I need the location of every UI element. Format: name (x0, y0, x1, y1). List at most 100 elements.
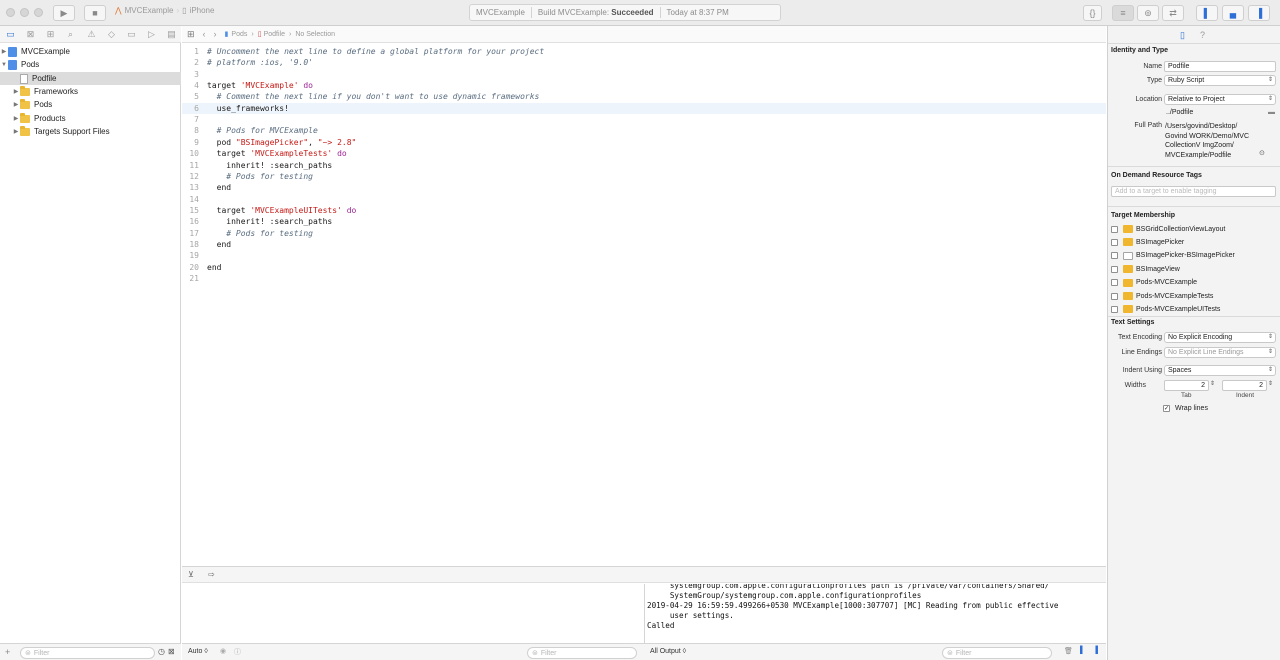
debug-icon[interactable]: ▭ (126, 29, 137, 40)
checkbox[interactable] (1111, 305, 1118, 313)
code-line[interactable]: 21 (182, 273, 1106, 284)
checkbox[interactable] (1111, 252, 1118, 260)
checkbox[interactable] (1111, 238, 1118, 246)
toggle-navigator-button[interactable]: ▌ (1196, 5, 1218, 21)
indent-popup[interactable]: Spaces ⇕ (1164, 365, 1276, 376)
disclosure-closed-icon[interactable]: ▶ (12, 101, 20, 108)
code-line[interactable]: 19 (182, 250, 1106, 261)
breakpoint-toggle-icon[interactable]: ⇨ (208, 570, 215, 579)
code-line[interactable]: 17 # Pods for testing (182, 228, 1106, 239)
tab-width-field[interactable]: 2 (1164, 380, 1209, 391)
split-right-icon[interactable]: ▐ (1093, 647, 1098, 654)
add-icon[interactable]: + (5, 647, 10, 657)
target-membership-row[interactable]: BSImagePicker-BSImagePicker (1111, 250, 1235, 262)
breadcrumb-pods[interactable]: Pods (231, 31, 247, 38)
code-line[interactable]: 12 # Pods for testing (182, 171, 1106, 182)
assistant-editor-button[interactable]: ⊚ (1137, 5, 1159, 21)
code-line[interactable]: 1 # Uncomment the next line to define a g… (182, 46, 1106, 57)
disclosure-closed-icon[interactable]: ▶ (12, 88, 20, 95)
tree-item-pods-group[interactable]: ▶ Pods (0, 98, 181, 111)
back-icon[interactable]: ‹ (203, 29, 206, 39)
code-line[interactable]: 9 pod "BSImagePicker", "~> 2.8" (182, 137, 1106, 148)
run-button[interactable]: ▶ (53, 5, 75, 21)
code-line[interactable]: 10 target 'MVCExampleTests' do (182, 148, 1106, 159)
variables-filter-input[interactable]: ⊜ Filter (527, 647, 637, 659)
disclosure-open-icon[interactable]: ▼ (0, 62, 8, 68)
version-editor-button[interactable]: ⇄ (1162, 5, 1184, 21)
tree-item-mvcexample[interactable]: ▶ MVCExample (0, 45, 181, 58)
code-line[interactable]: 6 use_frameworks! (182, 102, 1106, 114)
related-items-icon[interactable]: ⊞ (187, 29, 195, 40)
library-button[interactable]: {} (1083, 5, 1102, 21)
recent-files-icon[interactable]: ◷ (158, 647, 165, 656)
console-output[interactable]: systemgroup.com.apple.configurationprofi… (644, 584, 1106, 643)
search-icon[interactable]: ⌕ (65, 29, 76, 40)
split-left-icon[interactable]: ▌ (1080, 647, 1085, 654)
info-icon[interactable]: ⓘ (234, 647, 241, 657)
stop-button[interactable]: ■ (84, 5, 106, 21)
tree-item-products[interactable]: ▶ Products (0, 112, 181, 125)
hierarchy-icon[interactable]: ⊞ (45, 29, 56, 40)
line-endings-popup[interactable]: No Explicit Line Endings ⇕ (1164, 347, 1276, 358)
code-line[interactable]: 2 # platform :ios, '9.0' (182, 57, 1106, 68)
eye-icon[interactable]: ◉ (220, 647, 226, 655)
standard-editor-button[interactable]: ≡ (1112, 5, 1134, 21)
tree-item-pods-project[interactable]: ▼ Pods (0, 58, 181, 71)
code-line[interactable]: 16 inherit! :search_paths (182, 216, 1106, 227)
folder-icon[interactable]: ▬ (1268, 109, 1275, 116)
target-membership-row[interactable]: BSImagePicker (1111, 236, 1184, 248)
scheme-selector[interactable]: ⋀ MVCExample › ▯ iPhone (115, 6, 214, 15)
target-membership-row[interactable]: BSImageView (1111, 263, 1180, 275)
source-control-filter-icon[interactable]: ⊠ (168, 647, 175, 656)
target-membership-row[interactable]: BSGridCollectionViewLayout (1111, 223, 1225, 235)
encoding-popup[interactable]: No Explicit Encoding ⇕ (1164, 332, 1276, 343)
forward-icon[interactable]: › (214, 29, 217, 39)
report-icon[interactable]: ▤ (166, 29, 177, 40)
checkbox[interactable] (1111, 279, 1118, 287)
checkbox[interactable] (1111, 292, 1118, 300)
tree-item-podfile[interactable]: Podfile (0, 72, 181, 85)
code-line[interactable]: 5 # Comment the next line if you don't w… (182, 91, 1106, 102)
code-line[interactable]: 7 (182, 114, 1106, 125)
minimize-window-button[interactable] (20, 8, 29, 17)
location-popup[interactable]: Relative to Project ⇕ (1164, 94, 1276, 105)
console-filter-input[interactable]: ⊜ Filter (942, 647, 1052, 659)
name-field[interactable]: Podfile (1164, 61, 1276, 72)
code-line[interactable]: 8 # Pods for MVCExample (182, 125, 1106, 136)
toggle-inspector-button[interactable]: ▐ (1248, 5, 1270, 21)
checkbox[interactable] (1111, 225, 1118, 233)
variables-scope-popup[interactable]: Auto ◊ (188, 648, 208, 655)
zoom-window-button[interactable] (34, 8, 43, 17)
type-popup[interactable]: Ruby Script ⇕ (1164, 75, 1276, 86)
code-line[interactable]: 18 end (182, 239, 1106, 250)
trash-icon[interactable]: 🗑 (1064, 647, 1073, 655)
code-line[interactable]: 13 end (182, 182, 1106, 193)
breadcrumb-podfile[interactable]: Podfile (264, 31, 285, 38)
file-inspector-icon[interactable]: ▯ (1180, 30, 1185, 41)
warning-icon[interactable]: ⚠ (86, 29, 97, 40)
console-output-popup[interactable]: All Output ◊ (650, 648, 686, 655)
source-control-icon[interactable]: ⊠ (25, 29, 36, 40)
code-line[interactable]: 4 target 'MVCExample' do (182, 80, 1106, 91)
tags-field[interactable]: Add to a target to enable tagging (1111, 186, 1276, 197)
code-line[interactable]: 15 target 'MVCExampleUITests' do (182, 205, 1106, 216)
code-line[interactable]: 20 end (182, 262, 1106, 273)
disclosure-closed-icon[interactable]: ▶ (12, 128, 20, 135)
code-line[interactable]: 11 inherit! :search_paths (182, 160, 1106, 171)
quick-help-icon[interactable]: ? (1200, 30, 1205, 40)
tab-stepper[interactable]: ⇕ (1210, 380, 1215, 387)
indent-width-field[interactable]: 2 (1222, 380, 1267, 391)
reveal-arrow-icon[interactable]: ⊙ (1259, 149, 1265, 157)
breakpoint-icon[interactable]: ▷ (146, 29, 157, 40)
folder-icon[interactable]: ▭ (5, 29, 16, 40)
hide-debug-area-icon[interactable]: ⊻ (188, 570, 194, 579)
target-membership-row[interactable]: Pods-MVCExampleUITests (1111, 303, 1220, 315)
test-icon[interactable]: ◇ (106, 29, 117, 40)
code-line[interactable]: 14 (182, 194, 1106, 205)
source-editor[interactable]: 1 # Uncomment the next line to define a g… (182, 44, 1106, 566)
disclosure-closed-icon[interactable]: ▶ (0, 48, 8, 55)
close-window-button[interactable] (6, 8, 15, 17)
tree-item-frameworks[interactable]: ▶ Frameworks (0, 85, 181, 98)
wrap-lines-checkbox[interactable]: ✓ Wrap lines (1163, 402, 1208, 414)
indent-stepper[interactable]: ⇕ (1268, 380, 1273, 387)
